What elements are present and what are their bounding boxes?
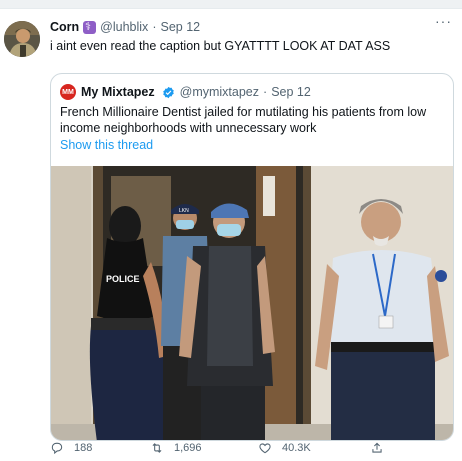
more-options-icon[interactable]: ··· — [435, 13, 452, 29]
quoted-author-name[interactable]: My Mixtapez — [81, 85, 155, 99]
quoted-tweet-date[interactable]: Sep 12 — [271, 85, 311, 99]
medical-emoji-icon — [83, 20, 97, 34]
like-count: 40.3K — [282, 442, 311, 454]
cap-label: LKN — [179, 208, 189, 214]
tweet-photo[interactable]: POLICE LKN — [51, 166, 453, 440]
author-handle[interactable]: @luhblix — [100, 20, 148, 34]
avatar-photo-icon — [4, 21, 40, 57]
tweet[interactable]: Corn @luhblix · Sep 12 ··· i aint even r… — [0, 9, 462, 461]
quoted-tweet-text: French Millionaire Dentist jailed for mu… — [60, 105, 427, 135]
retweet-count: 1,696 — [174, 442, 202, 454]
quoted-author-avatar[interactable]: MM — [60, 84, 76, 100]
quoted-author-handle[interactable]: @mymixtapez — [180, 85, 259, 99]
verified-badge-icon — [162, 86, 174, 98]
police-shirt-label: POLICE — [106, 274, 140, 284]
author-avatar[interactable] — [4, 21, 40, 57]
arrest-photo-icon: POLICE LKN — [51, 166, 453, 440]
tweet-date[interactable]: Sep 12 — [160, 20, 200, 34]
separator-dot: · — [152, 20, 157, 34]
retweet-icon — [152, 443, 162, 453]
heart-icon — [259, 443, 271, 454]
like-button[interactable]: 40.3K — [258, 439, 311, 457]
tweet-header: Corn @luhblix · Sep 12 — [50, 19, 200, 35]
share-button[interactable] — [370, 439, 394, 457]
share-icon — [372, 442, 382, 453]
reply-icon — [51, 442, 63, 455]
tweet-actions: 188 1,696 40.3K — [50, 439, 454, 457]
top-divider-strip — [0, 0, 462, 9]
tweet-text: i aint even read the caption but GYATTTT… — [50, 39, 391, 53]
reply-count: 188 — [74, 442, 93, 454]
quoted-tweet[interactable]: MM My Mixtapez @mymixtapez · Sep 12 Fren… — [50, 73, 454, 441]
reply-button[interactable]: 188 — [50, 439, 92, 457]
quoted-separator-dot: · — [263, 85, 268, 99]
author-name[interactable]: Corn — [50, 20, 79, 34]
quoted-tweet-header: MM My Mixtapez @mymixtapez · Sep 12 — [60, 84, 311, 100]
retweet-button[interactable]: 1,696 — [150, 439, 202, 457]
show-thread-link[interactable]: Show this thread — [60, 138, 153, 152]
